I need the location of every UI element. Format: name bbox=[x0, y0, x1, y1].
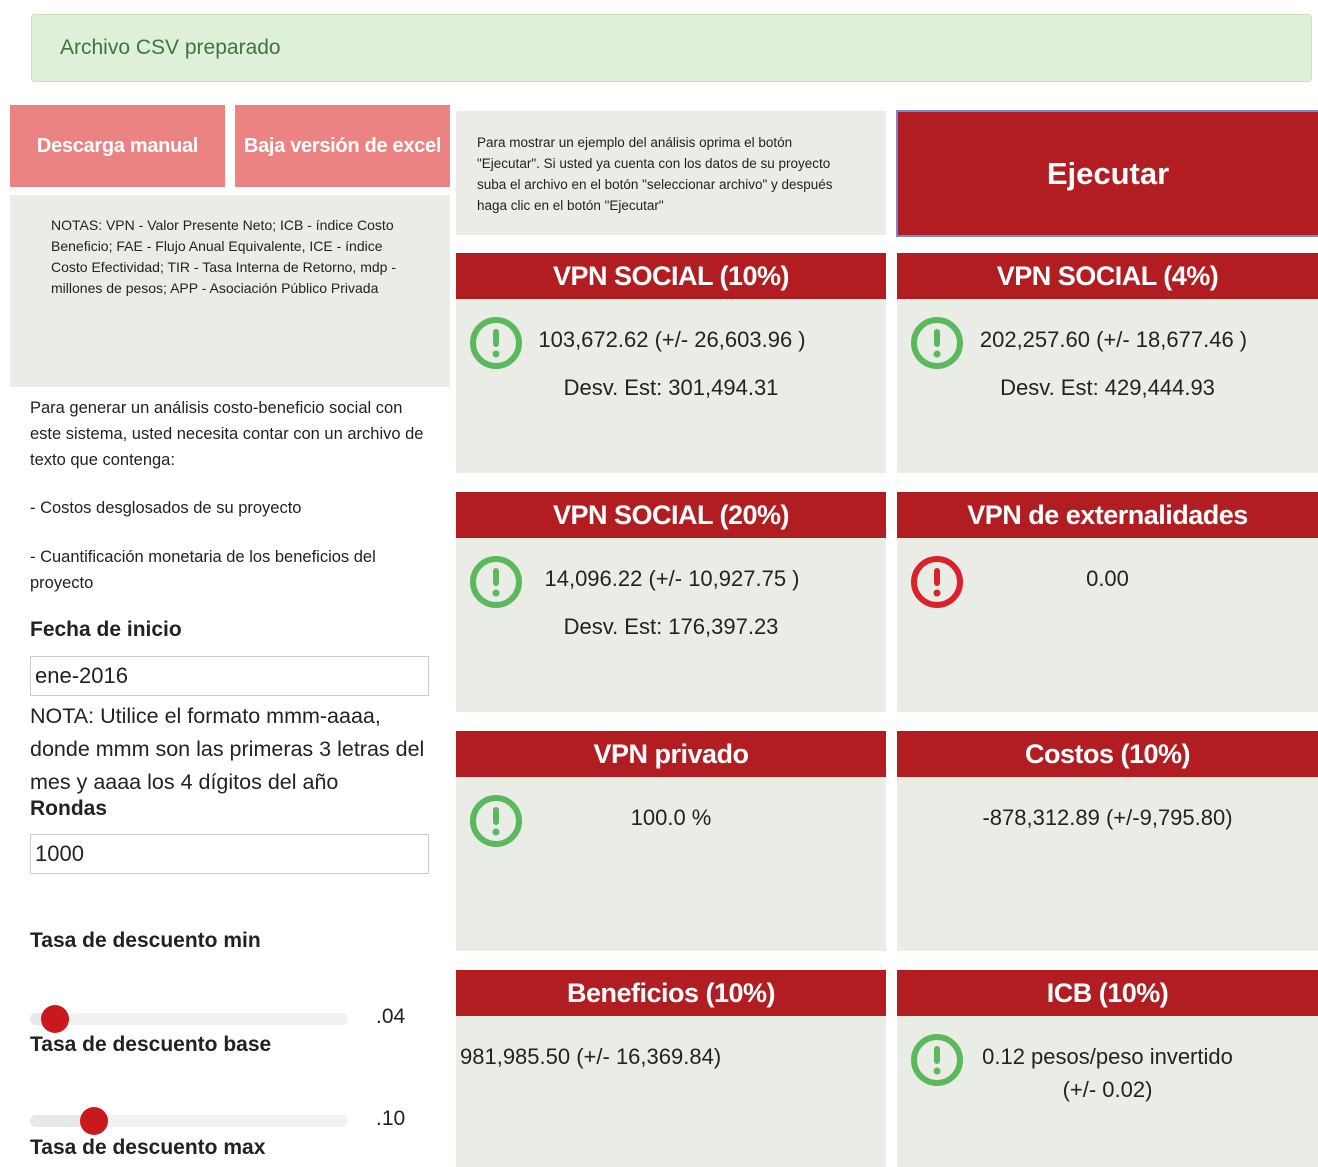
rate-min-value: .04 bbox=[376, 1005, 406, 1028]
card-value: 0.12 pesos/peso invertido bbox=[982, 1044, 1233, 1069]
excel-download-button[interactable]: Baja versión de excel bbox=[235, 105, 450, 187]
intro-bullet-benefits: - Cuantificación monetaria de los benefi… bbox=[30, 548, 376, 592]
rate-base-slider[interactable] bbox=[30, 1107, 348, 1135]
card-title: VPN SOCIAL (10%) bbox=[456, 253, 886, 299]
rate-base-slider-thumb[interactable] bbox=[79, 1107, 108, 1135]
card-title: VPN de externalidades bbox=[897, 492, 1318, 538]
card-value: 981,985.50 (+/- 16,369.84) bbox=[460, 1044, 722, 1069]
rate-max-label: Tasa de descuento max bbox=[30, 1136, 266, 1159]
card-icb-10: ICB (10%) 0.12 pesos/peso invertido (+/-… bbox=[897, 970, 1318, 1167]
card-std-dev: (+/- 0.02) bbox=[1062, 1077, 1153, 1102]
card-title: VPN SOCIAL (20%) bbox=[456, 492, 886, 538]
rate-base-value: .10 bbox=[376, 1107, 406, 1130]
card-title: Beneficios (10%) bbox=[456, 970, 886, 1016]
card-vpn-social-4: VPN SOCIAL (4%) 202,257.60 (+/- 18,677.4… bbox=[897, 253, 1318, 473]
card-value: 202,257.60 (+/- 18,677.46 ) bbox=[979, 327, 1248, 352]
notes-text: NOTAS: VPN - Valor Presente Neto; ICB - … bbox=[51, 217, 396, 296]
card-title: VPN SOCIAL (4%) bbox=[897, 253, 1318, 299]
card-vpn-externalities: VPN de externalidades 0.00 bbox=[897, 492, 1318, 712]
manual-download-button[interactable]: Descarga manual bbox=[10, 105, 225, 187]
card-std-dev: Desv. Est: 301,494.31 bbox=[563, 375, 779, 400]
start-date-label: Fecha de inicio bbox=[30, 618, 182, 641]
intro-paragraph: Para generar un análisis costo-beneficio… bbox=[30, 399, 424, 469]
notes-panel: NOTAS: VPN - Valor Presente Neto; ICB - … bbox=[10, 195, 450, 387]
run-button[interactable]: Ejecutar bbox=[896, 110, 1318, 237]
date-format-note: NOTA: Utilice el formato mmm-aaaa, donde… bbox=[30, 704, 425, 794]
card-value: -878,312.89 (+/-9,795.80) bbox=[982, 805, 1233, 830]
alert-text: Archivo CSV preparado bbox=[60, 36, 281, 59]
card-value: 14,096.22 (+/- 10,927.75 ) bbox=[544, 566, 800, 591]
card-vpn-social-20: VPN SOCIAL (20%) 14,096.22 (+/- 10,927.7… bbox=[456, 492, 886, 712]
info-text: Para mostrar un ejemplo del análisis opr… bbox=[477, 135, 833, 213]
rounds-label: Rondas bbox=[30, 797, 108, 820]
rate-min-slider-thumb[interactable] bbox=[41, 1005, 70, 1033]
intro-bullet-costs: - Costos desglosados de su proyecto bbox=[30, 499, 302, 517]
status-alert: Archivo CSV preparado bbox=[31, 14, 1312, 82]
card-costs-10: Costos (10%) -878,312.89 (+/-9,795.80) bbox=[897, 731, 1318, 951]
card-benefits-10: Beneficios (10%) 981,985.50 (+/- 16,369.… bbox=[456, 970, 886, 1167]
card-std-dev: Desv. Est: 176,397.23 bbox=[563, 614, 779, 639]
rate-base-label: Tasa de descuento base bbox=[30, 1033, 272, 1056]
card-value: 103,672.62 (+/- 26,603.96 ) bbox=[538, 327, 806, 352]
card-title: ICB (10%) bbox=[897, 970, 1318, 1016]
manual-download-label: Descarga manual bbox=[36, 134, 199, 157]
card-value: 0.00 bbox=[1086, 566, 1129, 591]
card-vpn-social-10: VPN SOCIAL (10%) 103,672.62 (+/- 26,603.… bbox=[456, 253, 886, 473]
excel-download-label: Baja versión de excel bbox=[243, 134, 442, 157]
card-vpn-private: VPN privado 100.0 % bbox=[456, 731, 886, 951]
start-date-input[interactable] bbox=[30, 656, 429, 696]
rounds-input[interactable] bbox=[30, 834, 429, 874]
rate-min-slider[interactable] bbox=[30, 1005, 348, 1033]
info-panel: Para mostrar un ejemplo del análisis opr… bbox=[456, 111, 886, 235]
rate-min-label: Tasa de descuento min bbox=[30, 929, 261, 952]
card-title: Costos (10%) bbox=[897, 731, 1318, 777]
card-value: 100.0 % bbox=[630, 805, 712, 830]
card-std-dev: Desv. Est: 429,444.93 bbox=[1000, 375, 1215, 400]
run-button-label: Ejecutar bbox=[1046, 155, 1170, 191]
card-title: VPN privado bbox=[456, 731, 886, 777]
